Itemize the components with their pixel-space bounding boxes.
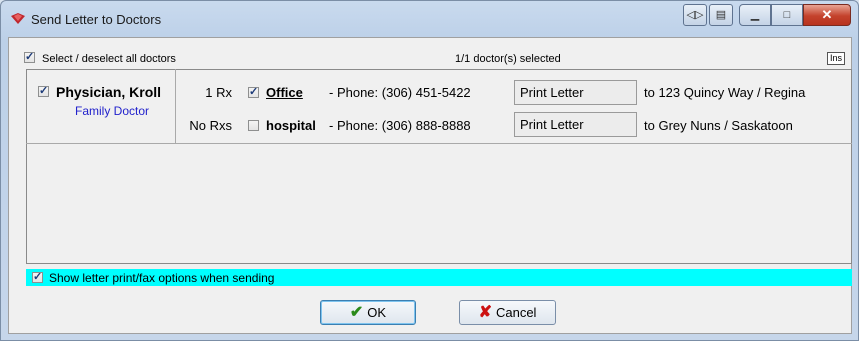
location-destination: to 123 Quincy Way / Regina [644,85,806,100]
doctor-specialty: Family Doctor [75,104,150,118]
location-name: hospital [266,118,316,133]
location-phone: - Phone: (306) 888-8888 [329,118,471,133]
checkmark-icon: ✔ [349,304,364,321]
cancel-button[interactable]: ✘ Cancel [459,300,556,325]
location-phone: - Phone: (306) 451-5422 [329,85,471,100]
close-button[interactable]: ✕ [803,4,851,26]
location-name: Office [266,85,303,100]
print-letter-button[interactable]: Print Letter [514,80,637,105]
cross-icon: ✘ [478,304,492,321]
selected-count: 1/1 doctor(s) selected [455,53,561,65]
location-destination: to Grey Nuns / Saskatoon [644,118,793,133]
doctor-checkbox[interactable] [38,84,49,97]
show-options-checkbox[interactable] [32,270,43,283]
title-bar: Send Letter to Doctors ◁▷ ▤ ▁ □ ✕ [1,1,858,37]
rx-count: No Rxs [189,118,232,133]
location-checkbox-hospital[interactable] [248,120,259,131]
snap-icon[interactable]: ◁▷ [683,4,707,26]
copy-icon[interactable]: ▤ [709,4,733,26]
app-logo-icon [11,13,25,24]
ins-badge[interactable]: Ins [827,52,846,65]
select-all-label[interactable]: Select / deselect all doctors [42,53,176,65]
select-all-checkbox[interactable] [24,50,35,63]
ok-label: OK [367,305,387,320]
ok-button[interactable]: ✔ OK [320,300,416,325]
print-letter-button[interactable]: Print Letter [514,112,637,137]
show-options-label[interactable]: Show letter print/fax options when sendi… [49,271,274,285]
maximize-button[interactable]: □ [771,4,803,26]
window-title: Send Letter to Doctors [31,12,162,27]
location-checkbox-office[interactable] [248,85,259,98]
minimize-button[interactable]: ▁ [739,4,771,26]
rx-count: 1 Rx [205,85,232,100]
doctor-name: Physician, Kroll [56,84,162,100]
send-letter-window: Send Letter to Doctors ◁▷ ▤ ▁ □ ✕ Select… [0,0,859,341]
cancel-label: Cancel [495,305,537,320]
